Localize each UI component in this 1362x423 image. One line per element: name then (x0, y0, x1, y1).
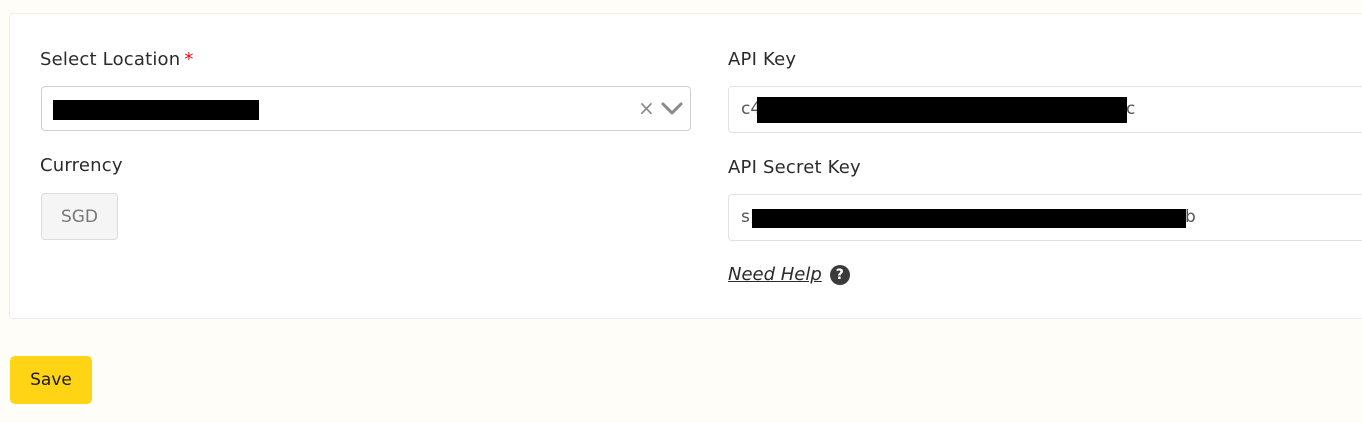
api-key-input[interactable]: c4 c (728, 86, 1362, 133)
location-label-text: Select Location (40, 49, 181, 70)
api-secret-suffix: b (1185, 207, 1196, 227)
api-key-label: API Key (728, 49, 797, 70)
location-value-redacted (53, 100, 259, 120)
api-secret-input[interactable]: s b (728, 194, 1362, 241)
currency-label: Currency (40, 155, 123, 176)
api-secret-prefix: s (741, 207, 750, 227)
currency-field: SGD (41, 193, 118, 240)
location-select[interactable]: × (41, 86, 691, 131)
chevron-down-icon[interactable] (660, 101, 684, 117)
settings-card: Select Location * × Currency SGD API Key … (9, 13, 1362, 319)
location-label: Select Location * (40, 49, 194, 70)
help-row: Need Help ? (728, 264, 850, 285)
api-key-redacted (757, 97, 1127, 123)
question-circle-icon[interactable]: ? (829, 264, 850, 285)
need-help-link[interactable]: Need Help (728, 264, 822, 285)
api-key-suffix: c (1126, 99, 1136, 119)
api-secret-label: API Secret Key (728, 157, 861, 178)
clear-icon[interactable]: × (638, 96, 655, 120)
api-secret-redacted (752, 209, 1186, 228)
required-asterisk: * (184, 49, 194, 70)
save-button[interactable]: Save (10, 356, 92, 404)
